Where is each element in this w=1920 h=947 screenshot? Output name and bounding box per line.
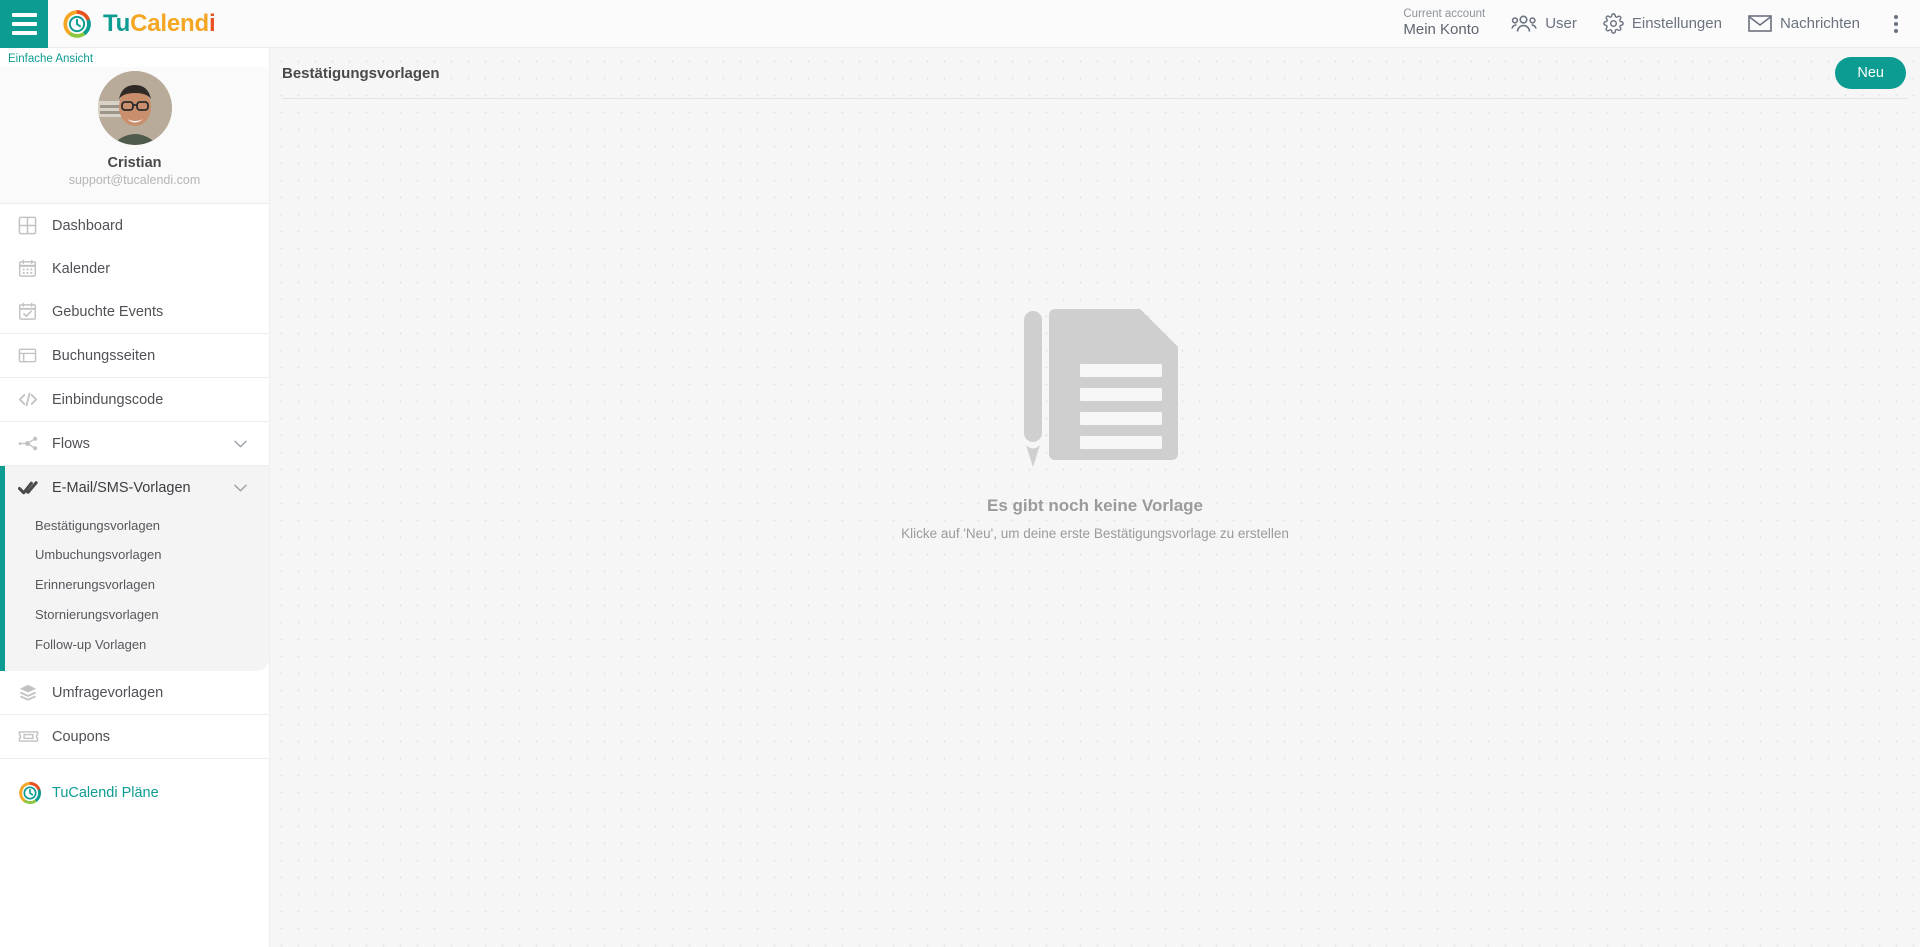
sidebar-item-label: Buchungsseiten — [52, 347, 156, 364]
simple-view-link[interactable]: Einfache Ansicht — [0, 48, 93, 65]
sidebar-item-label: Coupons — [52, 728, 111, 745]
sidebar-item-dashboard[interactable]: Dashboard — [0, 204, 269, 247]
top-header-bar: TuCalendi Current account Mein Konto Use… — [0, 0, 1920, 48]
page-title: Bestätigungsvorlagen — [282, 64, 440, 82]
brand-part-tu: Tu — [103, 9, 131, 37]
hamburger-bar — [11, 12, 37, 17]
sidebar-group-main: Dashboard Kalender Gebuchte Events — [0, 204, 269, 334]
hamburger-menu-icon[interactable] — [0, 0, 48, 48]
sidebar-item-gebuchte-events[interactable]: Gebuchte Events — [0, 290, 269, 333]
kebab-dot — [1894, 21, 1898, 26]
gear-icon — [1603, 13, 1624, 34]
sidebar-subitem-stornierungsvorlagen[interactable]: Stornierungsvorlagen — [5, 599, 269, 629]
brand-part-i: i — [208, 9, 216, 37]
empty-state: Es gibt noch keine Vorlage Klicke auf 'N… — [270, 99, 1920, 541]
tucalendi-logo-icon — [18, 781, 52, 805]
sidebar-plans-label: TuCalendi Pläne — [52, 785, 159, 801]
sidebar-item-label: E-Mail/SMS-Vorlagen — [52, 479, 191, 496]
sidebar-group-booking: Buchungsseiten — [0, 334, 269, 378]
current-account-name: Mein Konto — [1403, 21, 1480, 39]
sidebar-item-label: Einbindungscode — [52, 391, 164, 408]
page-header: Bestätigungsvorlagen Neu — [270, 48, 1920, 98]
sidebar-item-email-sms-vorlagen[interactable]: E-Mail/SMS-Vorlagen — [5, 466, 269, 509]
top-nav-messages-label: Nachrichten — [1779, 15, 1860, 32]
flow-nodes-icon — [18, 434, 52, 453]
new-button[interactable]: Neu — [1835, 57, 1906, 89]
empty-state-title: Es gibt noch keine Vorlage — [986, 496, 1203, 515]
sidebar-subitem-followup-vorlagen[interactable]: Follow-up Vorlagen — [5, 629, 269, 659]
top-nav-user-label: User — [1545, 15, 1577, 32]
brand-logo[interactable]: TuCalendi — [62, 9, 216, 39]
sidebar-item-coupons[interactable]: Coupons — [0, 715, 269, 758]
sidebar-item-label: Dashboard — [52, 217, 123, 234]
sidebar-subitem-umbuchungsvorlagen[interactable]: Umbuchungsvorlagen — [5, 539, 269, 569]
calendar-check-icon — [18, 302, 52, 321]
kebab-dot — [1894, 28, 1898, 33]
sidebar-item-label: Flows — [52, 435, 90, 452]
sidebar-group-email-sms-templates: E-Mail/SMS-Vorlagen Bestätigungsvorlagen… — [0, 466, 269, 671]
hamburger-bar — [11, 21, 37, 26]
kebab-dot — [1894, 14, 1898, 19]
brand-text: TuCalendi — [103, 9, 216, 38]
hamburger-bar — [11, 30, 37, 35]
chevron-down-icon — [234, 484, 247, 492]
sidebar-item-einbindungscode[interactable]: Einbindungscode — [0, 378, 269, 421]
main-content: Bestätigungsvorlagen Neu Es gibt noch ke… — [270, 48, 1920, 947]
sidebar: Einfache Ansicht Cristian support@tucale… — [0, 48, 270, 947]
sidebar-item-umfragevorlagen[interactable]: Umfragevorlagen — [0, 671, 269, 714]
code-brackets-icon — [18, 390, 52, 409]
sidebar-submenu: Bestätigungsvorlagen Umbuchungsvorlagen … — [5, 509, 269, 671]
top-nav-user[interactable]: User — [1511, 14, 1577, 33]
user-photo-avatar — [97, 71, 172, 145]
ticket-icon — [18, 728, 52, 745]
tucalendi-logo-icon — [63, 9, 91, 38]
sidebar-item-label: Kalender — [52, 260, 111, 277]
layers-icon — [18, 683, 52, 702]
brand-part-calend: Calend — [130, 9, 209, 37]
sidebar-item-kalender[interactable]: Kalender — [0, 247, 269, 290]
chevron-down-icon — [234, 440, 247, 448]
sidebar-item-tucalendi-plans[interactable]: TuCalendi Pläne — [0, 769, 269, 817]
double-check-icon — [18, 479, 52, 497]
sidebar-subitem-bestaetigungsvorlagen[interactable]: Bestätigungsvorlagen — [5, 509, 269, 539]
sidebar-item-label: Umfragevorlagen — [52, 684, 164, 701]
current-account-label: Current account — [1403, 8, 1486, 21]
sidebar-group-embed: Einbindungscode — [0, 378, 269, 422]
sidebar-group-surveys: Umfragevorlagen — [0, 671, 269, 715]
sidebar-item-flows[interactable]: Flows — [0, 422, 269, 465]
profile-block: Cristian support@tucalendi.com — [0, 67, 269, 204]
top-nav-settings-label: Einstellungen — [1631, 15, 1722, 32]
kebab-menu-icon[interactable] — [1886, 11, 1906, 37]
profile-email: support@tucalendi.com — [68, 173, 201, 187]
calendar-icon — [18, 259, 52, 278]
current-account-block[interactable]: Current account Mein Konto — [1403, 8, 1485, 38]
envelope-icon — [1748, 15, 1772, 32]
avatar[interactable] — [97, 71, 172, 145]
browser-window-icon — [18, 346, 52, 365]
profile-name: Cristian — [107, 155, 162, 171]
top-nav-messages[interactable]: Nachrichten — [1748, 14, 1860, 33]
sidebar-subitem-erinnerungsvorlagen[interactable]: Erinnerungsvorlagen — [5, 569, 269, 599]
empty-state-subtitle: Klicke auf 'Neu', um deine erste Bestäti… — [901, 526, 1289, 541]
sidebar-group-flows: Flows — [0, 422, 269, 466]
sidebar-item-label: Gebuchte Events — [52, 303, 164, 320]
users-icon — [1511, 14, 1537, 32]
top-header-actions: Current account Mein Konto User Einstell… — [1403, 8, 1920, 38]
sidebar-group-coupons: Coupons — [0, 715, 269, 759]
grid-icon — [18, 216, 52, 235]
top-nav-settings[interactable]: Einstellungen — [1603, 13, 1722, 34]
sidebar-item-buchungsseiten[interactable]: Buchungsseiten — [0, 334, 269, 377]
document-with-pencil-illustration — [1024, 309, 1178, 467]
